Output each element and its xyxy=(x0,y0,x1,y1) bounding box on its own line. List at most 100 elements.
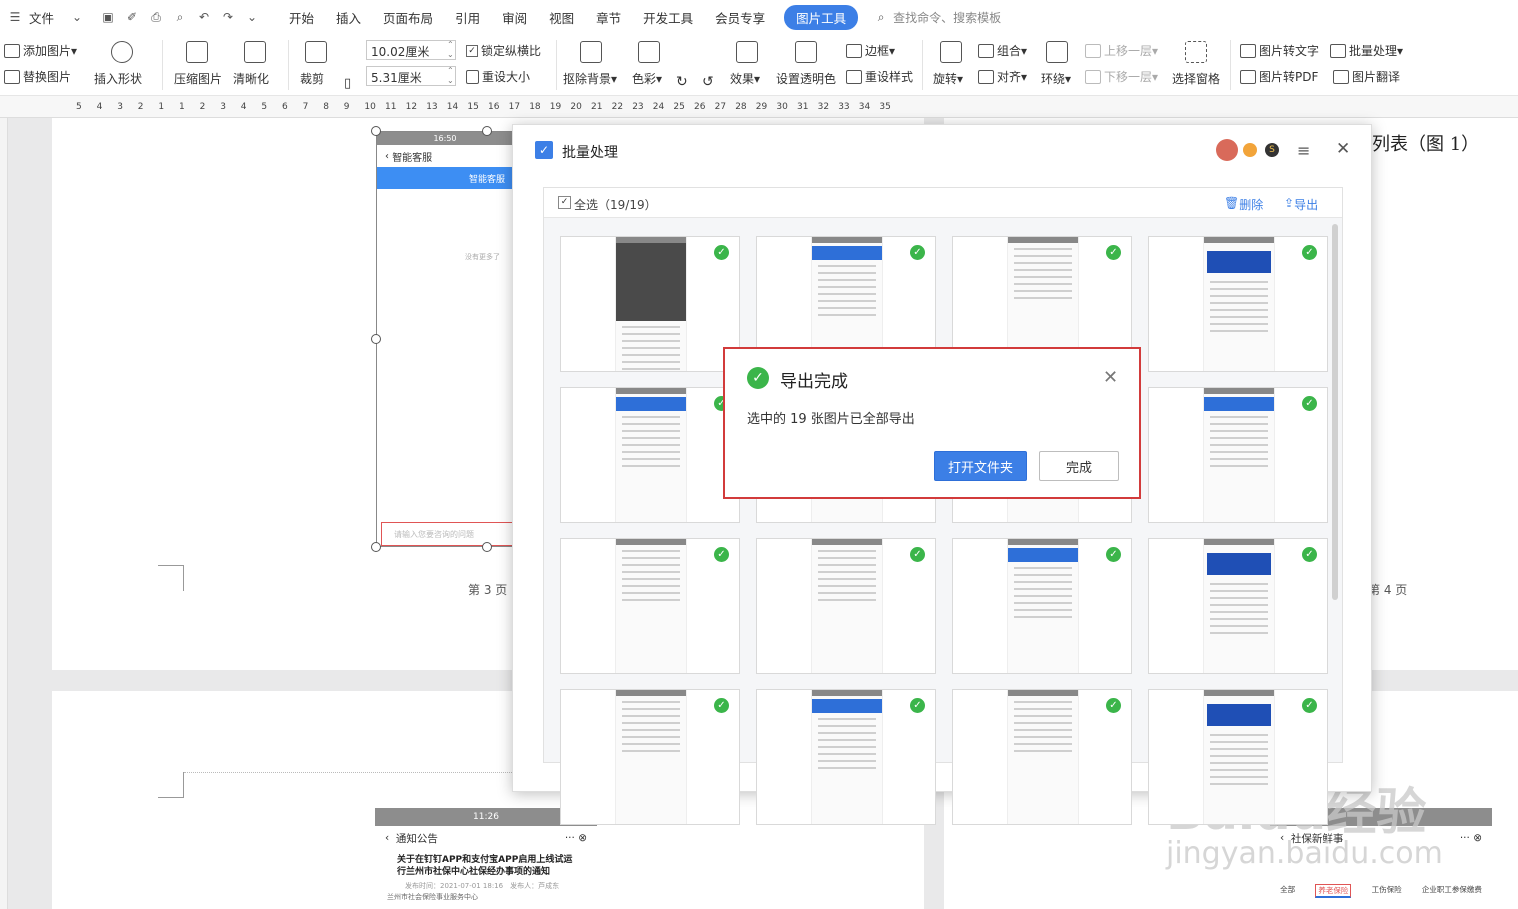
insert-shape-button[interactable]: 插入形状 xyxy=(94,70,142,87)
group-button[interactable]: 组合 ▾ xyxy=(978,42,1027,59)
tab-reference[interactable]: 引用 xyxy=(444,8,491,27)
save-icon[interactable]: ▣ xyxy=(99,9,117,25)
tab-view[interactable]: 视图 xyxy=(538,8,585,27)
wrap-button[interactable]: 环绕 ▾ xyxy=(1041,70,1071,87)
image-thumbnail[interactable]: ✓ xyxy=(952,689,1132,825)
search-icon: ⌕ xyxy=(877,9,885,24)
resize-handle[interactable] xyxy=(482,126,492,136)
check-icon[interactable]: ✓ xyxy=(1302,245,1317,260)
rotate-left-icon[interactable]: ↻ xyxy=(676,74,688,90)
check-icon[interactable]: ✓ xyxy=(1106,698,1121,713)
resize-handle[interactable] xyxy=(482,542,492,552)
done-button[interactable]: 完成 xyxy=(1039,451,1119,481)
ruler-tick: 19 xyxy=(549,102,562,112)
crop-button[interactable]: 裁剪 xyxy=(300,70,324,87)
check-icon[interactable]: ✓ xyxy=(714,698,729,713)
image-thumbnail[interactable]: ✓ xyxy=(560,538,740,674)
add-image-button[interactable]: 添加图片 ▾ xyxy=(4,42,77,59)
check-icon[interactable]: ✓ xyxy=(910,245,925,260)
print-preview-icon[interactable]: ⌕ xyxy=(171,9,189,25)
image-thumbnail[interactable]: ✓ xyxy=(756,538,936,674)
height-input[interactable]: 5.31厘米 xyxy=(366,66,456,86)
image-thumbnail[interactable]: ✓ xyxy=(1148,689,1328,825)
check-icon[interactable]: ✓ xyxy=(910,547,925,562)
image-thumbnail[interactable]: ✓ xyxy=(560,689,740,825)
check-icon[interactable]: ✓ xyxy=(714,547,729,562)
image-thumbnail[interactable]: ✓ xyxy=(1148,387,1328,523)
hamburger-icon[interactable]: ☰ xyxy=(6,9,24,25)
image-thumbnail[interactable]: ✓ xyxy=(560,387,740,523)
close-icon[interactable]: ✕ xyxy=(1336,139,1350,159)
tab-insert[interactable]: 插入 xyxy=(325,8,372,27)
image-thumbnail[interactable]: ✓ xyxy=(560,236,740,372)
rotate-button[interactable]: 旋转 ▾ xyxy=(933,70,963,87)
resize-handle[interactable] xyxy=(371,126,381,136)
popup-close-icon[interactable]: ✕ xyxy=(1103,367,1118,388)
thumbnail-screenshot xyxy=(1203,388,1275,522)
right-heading: 列表（图 1） xyxy=(1372,134,1480,155)
chevron-down-icon[interactable]: ⌄ xyxy=(68,9,86,25)
tab-developer[interactable]: 开发工具 xyxy=(632,8,704,27)
wrap-icon xyxy=(1046,41,1068,63)
select-all-checkbox[interactable]: ✓ xyxy=(558,196,571,209)
border-button[interactable]: 边框 ▾ xyxy=(846,42,895,59)
width-input[interactable]: 10.02厘米 xyxy=(366,40,456,60)
check-icon[interactable]: ✓ xyxy=(1302,547,1317,562)
tab-section[interactable]: 章节 xyxy=(585,8,632,27)
avatar[interactable] xyxy=(1216,139,1238,161)
reset-size-button[interactable]: 重设大小 xyxy=(466,68,530,85)
check-icon[interactable]: ✓ xyxy=(1106,245,1121,260)
image-thumbnail[interactable]: ✓ xyxy=(756,689,936,825)
image-thumbnail[interactable]: ✓ xyxy=(1148,236,1328,372)
image-thumbnail[interactable]: ✓ xyxy=(952,538,1132,674)
more-icon[interactable]: ⌄ xyxy=(243,9,261,25)
transparent-button[interactable]: 设置透明色 xyxy=(776,70,836,87)
img-to-text-button[interactable]: 图片转文字 xyxy=(1240,42,1319,59)
select-pane-button[interactable]: 选择窗格 xyxy=(1172,70,1220,87)
remove-bg-button[interactable]: 抠除背景 ▾ xyxy=(563,70,617,87)
command-search[interactable]: 查找命令、搜索模板 xyxy=(893,9,1001,26)
ruler[interactable]: 5 4 3 2 1 1 2 3 4 5 6 7 8 9 10 11 12 13 14 15 16 17 18 19 20 21 22… xyxy=(0,96,1518,118)
bring-forward-button[interactable]: 上移一层 ▾ xyxy=(1085,42,1158,59)
replace-image-icon xyxy=(4,69,20,84)
replace-image-button[interactable]: 替换图片 xyxy=(4,68,71,85)
format-painter-icon[interactable]: ✐ xyxy=(123,9,141,25)
open-folder-button[interactable]: 打开文件夹 xyxy=(934,451,1027,481)
resize-handle[interactable] xyxy=(371,334,381,344)
color-button[interactable]: 色彩 ▾ xyxy=(632,70,662,87)
delete-button[interactable]: 🗑 删除 xyxy=(1224,196,1263,213)
tab-picture-tools[interactable]: 图片工具 xyxy=(784,4,859,30)
scrollbar[interactable] xyxy=(1332,224,1338,600)
export-button[interactable]: ⇪ 导出 xyxy=(1284,196,1318,213)
check-icon[interactable]: ✓ xyxy=(1106,547,1121,562)
file-menu[interactable]: 文件 xyxy=(27,8,65,27)
batch-button[interactable]: 批量处理 ▾ xyxy=(1330,42,1403,59)
thumbnail-screenshot xyxy=(615,237,687,371)
check-icon[interactable]: ✓ xyxy=(1302,698,1317,713)
print-icon[interactable]: ⎙ xyxy=(147,9,165,25)
compress-button[interactable]: 压缩图片 xyxy=(174,70,222,87)
resize-handle[interactable] xyxy=(371,542,381,552)
send-backward-button[interactable]: 下移一层 ▾ xyxy=(1085,68,1158,85)
redo-icon[interactable]: ↷ xyxy=(219,9,237,25)
check-icon[interactable]: ✓ xyxy=(910,698,925,713)
tab-layout[interactable]: 页面布局 xyxy=(372,8,444,27)
img-translate-button[interactable]: 图片翻译 xyxy=(1333,68,1400,85)
align-button[interactable]: 对齐 ▾ xyxy=(978,68,1027,85)
selected-image[interactable]: 16:50 ‹ 智能客服 智能客服 没有更多了 请输入您要咨询的问题 xyxy=(376,131,514,547)
check-icon[interactable]: ✓ xyxy=(714,245,729,260)
check-icon[interactable]: ✓ xyxy=(1302,396,1317,411)
compress-icon xyxy=(186,41,208,63)
menu-icon[interactable]: ≡ xyxy=(1297,141,1310,160)
undo-icon[interactable]: ↶ xyxy=(195,9,213,25)
sharpen-button[interactable]: 清晰化 xyxy=(233,70,269,87)
tab-review[interactable]: 审阅 xyxy=(491,8,538,27)
tab-start[interactable]: 开始 xyxy=(278,8,325,27)
rotate-right-icon[interactable]: ↺ xyxy=(702,74,714,90)
effect-button[interactable]: 效果 ▾ xyxy=(730,70,760,87)
image-thumbnail[interactable]: ✓ xyxy=(1148,538,1328,674)
img-to-pdf-button[interactable]: 图片转PDF xyxy=(1240,68,1318,85)
tab-member[interactable]: 会员专享 xyxy=(704,8,776,27)
lock-ratio-checkbox[interactable]: ✓ 锁定纵横比 xyxy=(466,42,541,59)
reset-style-button[interactable]: 重设样式 xyxy=(846,68,913,85)
